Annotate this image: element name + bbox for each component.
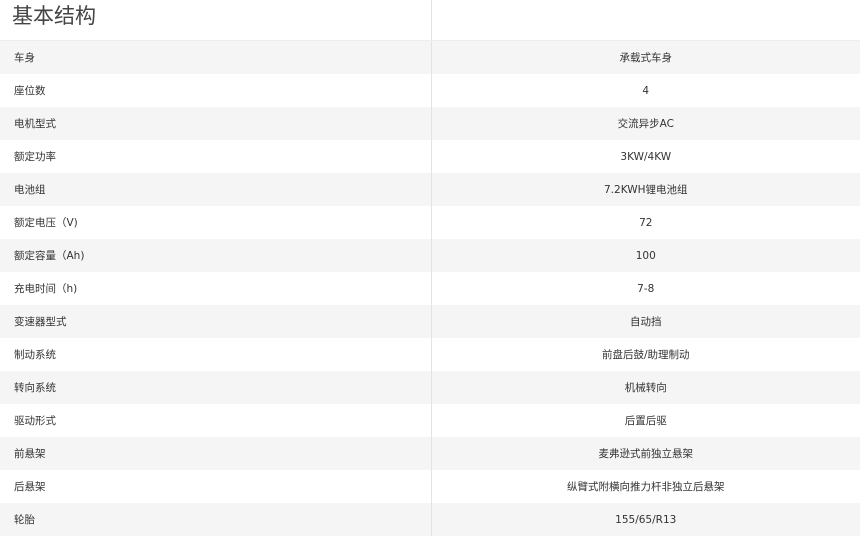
table-row: 额定功率 3KW/4KW: [0, 140, 860, 173]
table-row: 电机型式 交流异步AC: [0, 107, 860, 140]
table-row: 电池组 7.2KWH锂电池组: [0, 173, 860, 206]
row-value: 72: [431, 206, 860, 239]
table-row: 变速器型式 自动挡: [0, 305, 860, 338]
spec-table: 基本结构 车身 承载式车身 座位数 4 电机型式 交流异步AC 额定功率 3KW…: [0, 0, 860, 536]
row-value: 机械转向: [431, 371, 860, 404]
row-label: 额定功率: [0, 140, 432, 173]
row-value: 前盘后鼓/助理制动: [431, 338, 860, 371]
row-label: 额定容量（Ah): [0, 239, 432, 272]
row-value: 后置后驱: [431, 404, 860, 437]
table-row: 充电时间（h) 7-8: [0, 272, 860, 305]
table-row: 前悬架 麦弗逊式前独立悬架: [0, 437, 860, 470]
row-value: 麦弗逊式前独立悬架: [431, 437, 860, 470]
row-label: 座位数: [0, 74, 432, 107]
table-row: 后悬架 纵臂式附横向推力杆非独立后悬架: [0, 470, 860, 503]
row-value: 自动挡: [431, 305, 860, 338]
table-row: 转向系统 机械转向: [0, 371, 860, 404]
row-label: 变速器型式: [0, 305, 432, 338]
row-label: 轮胎: [0, 503, 432, 536]
row-label: 制动系统: [0, 338, 432, 371]
row-value: 7-8: [431, 272, 860, 305]
table-row: 驱动形式 后置后驱: [0, 404, 860, 437]
section-header-empty-cell: [431, 0, 860, 41]
row-value: 155/65/R13: [431, 503, 860, 536]
table-row: 额定容量（Ah) 100: [0, 239, 860, 272]
row-label: 额定电压（V): [0, 206, 432, 239]
table-row: 座位数 4: [0, 74, 860, 107]
section-header-row: 基本结构: [0, 0, 860, 41]
row-label: 转向系统: [0, 371, 432, 404]
row-value: 承载式车身: [431, 40, 860, 74]
row-value: 4: [431, 74, 860, 107]
table-row: 轮胎 155/65/R13: [0, 503, 860, 536]
row-value: 交流异步AC: [431, 107, 860, 140]
row-value: 7.2KWH锂电池组: [431, 173, 860, 206]
table-row: 制动系统 前盘后鼓/助理制动: [0, 338, 860, 371]
row-value: 100: [431, 239, 860, 272]
row-label: 前悬架: [0, 437, 432, 470]
table-row: 车身 承载式车身: [0, 40, 860, 74]
section-title: 基本结构: [0, 0, 432, 41]
row-label: 电机型式: [0, 107, 432, 140]
row-value: 3KW/4KW: [431, 140, 860, 173]
table-row: 额定电压（V) 72: [0, 206, 860, 239]
row-label: 驱动形式: [0, 404, 432, 437]
row-value: 纵臂式附横向推力杆非独立后悬架: [431, 470, 860, 503]
row-label: 充电时间（h): [0, 272, 432, 305]
row-label: 车身: [0, 40, 432, 74]
row-label: 电池组: [0, 173, 432, 206]
row-label: 后悬架: [0, 470, 432, 503]
